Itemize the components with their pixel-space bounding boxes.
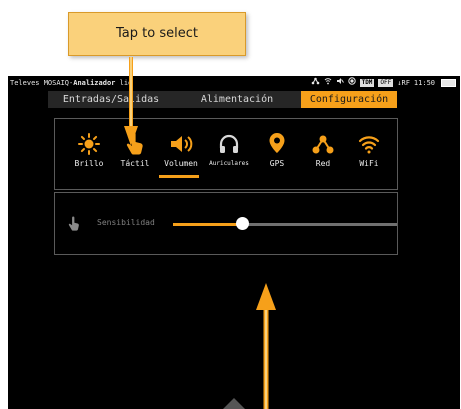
hand-icon xyxy=(67,215,81,237)
status-title: Televes MOSAIQ-Analizador lio xyxy=(10,76,132,90)
speaker-icon xyxy=(159,133,203,155)
tab-configuracion[interactable]: Configuración xyxy=(301,91,397,108)
map-pin-icon xyxy=(255,133,299,155)
setting-red[interactable]: Red xyxy=(301,133,345,183)
setting-tactil[interactable]: Táctil xyxy=(113,132,157,183)
status-bar: Televes MOSAIQ-Analizador lio TDM OFF ↓R… xyxy=(8,76,460,90)
wifi-signal-icon xyxy=(324,76,332,90)
hand-icon xyxy=(113,132,157,155)
off-badge: OFF xyxy=(378,79,394,87)
network-icon xyxy=(301,133,345,155)
selected-underline xyxy=(159,175,199,178)
tap-to-select-callout: Tap to select xyxy=(68,12,246,56)
wifi-icon xyxy=(347,133,391,155)
clock: 11:50 xyxy=(413,79,435,87)
setting-label: Auriculares xyxy=(209,160,249,167)
setting-label: Táctil xyxy=(120,159,150,168)
record-icon xyxy=(347,76,356,90)
tdm-badge: TDM xyxy=(359,79,375,87)
mute-icon xyxy=(336,76,344,90)
setting-label: WiFi xyxy=(359,159,379,168)
sensitivity-slider-knob[interactable] xyxy=(235,217,249,230)
setting-label: Volumen xyxy=(164,159,198,168)
tab-entradas-salidas[interactable]: Entradas/Salidas xyxy=(48,91,174,108)
sensitivity-panel: Sensibilidad xyxy=(54,192,398,255)
tab-alimentacion[interactable]: Alimentación xyxy=(174,91,300,108)
setting-brillo[interactable]: Brillo xyxy=(67,133,111,183)
status-indicators: TDM OFF ↓RF 11:50 xyxy=(311,76,456,90)
pull-up-handle[interactable] xyxy=(223,398,245,409)
antenna-icon xyxy=(311,76,320,90)
brand-name: Televes MOSAIQ xyxy=(10,79,70,87)
app-name-rest: lio xyxy=(119,79,133,87)
setting-label: Brillo xyxy=(74,159,104,168)
setting-label: GPS xyxy=(269,159,285,168)
rf-indicator: ↓RF xyxy=(397,79,410,87)
setting-label: Red xyxy=(315,159,331,168)
app-name: Analizador xyxy=(73,79,116,87)
battery-icon xyxy=(441,79,456,87)
setting-gps[interactable]: GPS xyxy=(255,133,299,183)
device-screen: Televes MOSAIQ-Analizador lio TDM OFF ↓R… xyxy=(8,76,460,409)
sensitivity-label: Sensibilidad xyxy=(97,218,155,227)
setting-auriculares[interactable]: Auriculares xyxy=(205,133,253,183)
settings-icon-panel: Brillo Táctil Volumen Auriculares GPS Re… xyxy=(54,118,398,190)
sun-icon xyxy=(67,133,111,155)
tab-bar: Entradas/Salidas Alimentación Configurac… xyxy=(48,91,397,108)
headphones-icon xyxy=(205,133,253,155)
sensitivity-slider-fill xyxy=(173,223,243,226)
setting-wifi[interactable]: WiFi xyxy=(347,133,391,183)
